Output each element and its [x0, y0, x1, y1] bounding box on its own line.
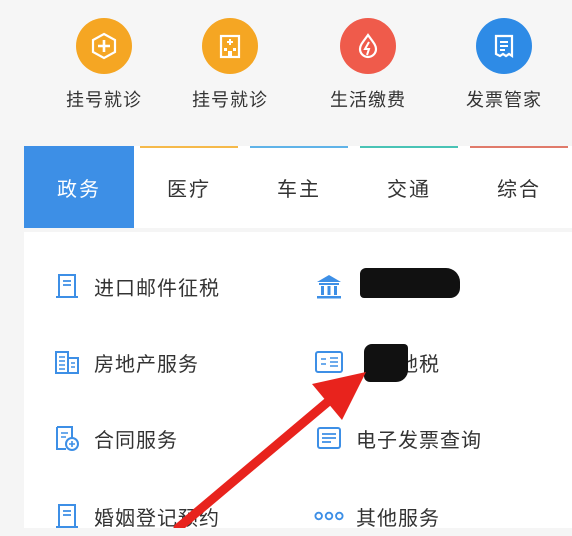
invoice-icon: [314, 423, 344, 453]
more-dots-icon: [314, 501, 344, 531]
tab-accent-line: [250, 146, 348, 148]
service-label: 其他服务: [356, 505, 440, 530]
contract-icon: [52, 423, 82, 453]
tab-car-owner[interactable]: 车主: [244, 146, 354, 228]
tab-medical[interactable]: 医疗: [134, 146, 244, 228]
tab-label: 医疗: [167, 176, 211, 201]
service-redacted-bank[interactable]: [314, 266, 356, 306]
shortcut-invoice-manager[interactable]: 发票管家: [444, 18, 564, 112]
redaction-mark: [360, 268, 460, 298]
service-e-invoice-query[interactable]: 电子发票查询: [314, 418, 482, 458]
shortcut-registration-2[interactable]: 挂号就诊: [170, 18, 290, 112]
shortcut-utility-payment[interactable]: 生活缴费: [308, 18, 428, 112]
service-list: 进口邮件征税 房地产服务 合同服务 婚姻登记预约 地税 电子发票查询 其他服务: [24, 232, 572, 530]
shortcut-label: 挂号就诊: [66, 90, 142, 111]
service-other[interactable]: 其他服务: [314, 496, 440, 536]
service-real-estate[interactable]: 房地产服务: [52, 342, 199, 382]
tab-general[interactable]: 综合: [464, 146, 572, 228]
document-icon: [52, 271, 82, 301]
tab-accent-line: [140, 146, 238, 148]
document-icon: [52, 501, 82, 531]
service-import-mail-tax[interactable]: 进口邮件征税: [52, 266, 220, 306]
tab-label: 交通: [387, 176, 431, 201]
tab-label: 综合: [497, 176, 541, 201]
tab-label: 车主: [277, 176, 321, 201]
bank-icon: [314, 271, 344, 301]
service-label: 电子发票查询: [356, 427, 482, 452]
service-marriage-registration[interactable]: 婚姻登记预约: [52, 496, 220, 536]
tab-label: 政务: [57, 176, 101, 201]
service-label: 婚姻登记预约: [94, 505, 220, 530]
shortcut-label: 生活缴费: [330, 90, 406, 111]
building-icon: [52, 347, 82, 377]
service-label: 合同服务: [94, 427, 178, 452]
tab-government[interactable]: 政务: [24, 146, 134, 228]
service-label: 进口邮件征税: [94, 275, 220, 300]
service-contract[interactable]: 合同服务: [52, 418, 178, 458]
shortcut-label: 挂号就诊: [192, 90, 268, 111]
service-label: 房地产服务: [94, 351, 199, 376]
shortcut-registration-1[interactable]: 挂号就诊: [44, 18, 164, 112]
tab-traffic[interactable]: 交通: [354, 146, 464, 228]
tab-accent-line: [470, 146, 568, 148]
medical-cross-icon: [76, 18, 132, 74]
invoice-icon: [476, 18, 532, 74]
shortcut-label: 发票管家: [466, 90, 542, 111]
tab-accent-line: [360, 146, 458, 148]
hospital-building-icon: [202, 18, 258, 74]
utility-flame-icon: [340, 18, 396, 74]
category-tabs: 政务 医疗 车主 交通 综合: [24, 146, 572, 228]
tax-card-icon: [314, 347, 344, 377]
shortcut-row: 挂号就诊 挂号就诊 生活缴费 发票管家: [0, 0, 572, 140]
redaction-mark: [364, 344, 408, 382]
